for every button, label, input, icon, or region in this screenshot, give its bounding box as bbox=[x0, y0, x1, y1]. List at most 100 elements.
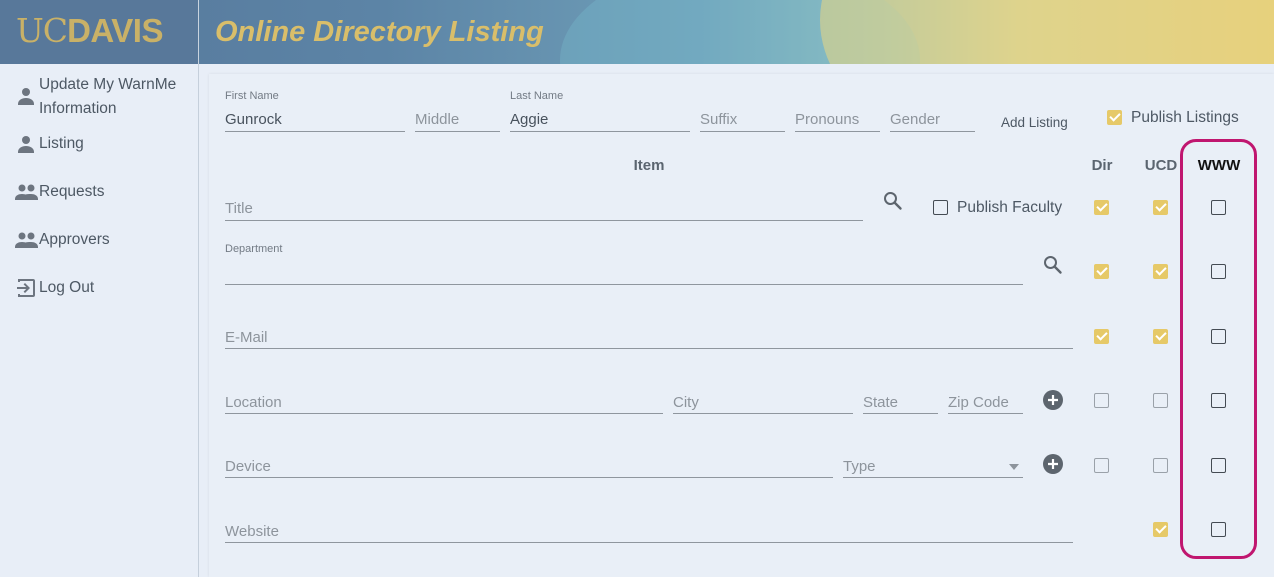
publish-listings-label: Publish Listings bbox=[1131, 109, 1239, 126]
pronouns-placeholder: Pronouns bbox=[795, 111, 860, 128]
add-listing-button[interactable]: Add Listing bbox=[1001, 115, 1068, 130]
column-header-ucd: UCD bbox=[1144, 157, 1178, 174]
sidebar-item-label: Listing bbox=[39, 135, 84, 152]
sidebar-item-listing[interactable]: Listing bbox=[14, 132, 84, 156]
city-field[interactable]: City bbox=[673, 383, 853, 414]
device-dir-checkbox[interactable] bbox=[1094, 458, 1109, 473]
field-underline bbox=[673, 413, 853, 414]
add-device-button[interactable] bbox=[1042, 453, 1064, 480]
people-icon bbox=[15, 184, 38, 200]
sidebar: Update My WarnMe Information Listing Req… bbox=[0, 64, 199, 577]
last-name-value: Aggie bbox=[510, 111, 549, 128]
title-www-checkbox[interactable] bbox=[1211, 200, 1226, 215]
department-www-checkbox[interactable] bbox=[1211, 264, 1226, 279]
location-field[interactable]: Location bbox=[225, 383, 663, 414]
title-dir-checkbox[interactable] bbox=[1094, 200, 1109, 215]
search-icon bbox=[1044, 256, 1062, 274]
person-icon bbox=[18, 136, 34, 153]
ucdavis-logo[interactable]: UCDAVIS bbox=[16, 11, 163, 51]
zip-code-placeholder: Zip Code bbox=[948, 394, 1009, 411]
sidebar-item-label: Information bbox=[39, 100, 117, 117]
suffix-placeholder: Suffix bbox=[700, 111, 738, 128]
plus-circle-icon bbox=[1043, 454, 1063, 474]
first-name-label: First Name bbox=[225, 90, 279, 102]
last-name-field[interactable]: Last Name Aggie bbox=[510, 90, 690, 132]
gender-placeholder: Gender bbox=[890, 111, 941, 128]
device-www-checkbox[interactable] bbox=[1211, 458, 1226, 473]
sidebar-item-logout[interactable]: Log Out bbox=[14, 276, 94, 300]
field-underline bbox=[948, 413, 1023, 414]
title-ucd-checkbox[interactable] bbox=[1153, 200, 1168, 215]
field-underline bbox=[510, 131, 690, 132]
title-search-button[interactable] bbox=[881, 189, 905, 218]
publish-faculty-label: Publish Faculty bbox=[957, 199, 1063, 216]
field-underline bbox=[700, 131, 785, 132]
device-field[interactable]: Device bbox=[225, 447, 833, 478]
column-header-dir: Dir bbox=[1091, 157, 1113, 174]
sidebar-item-requests[interactable]: Requests bbox=[14, 180, 104, 204]
email-www-checkbox[interactable] bbox=[1211, 329, 1226, 344]
app-header: UCDAVIS Online Directory Listing bbox=[0, 0, 1274, 64]
plus-circle-icon bbox=[1043, 390, 1063, 410]
last-name-label: Last Name bbox=[510, 90, 564, 102]
field-underline bbox=[225, 284, 1023, 285]
device-type-select[interactable]: Type bbox=[843, 447, 1023, 478]
email-field[interactable]: E-Mail bbox=[225, 318, 1073, 349]
email-ucd-checkbox[interactable] bbox=[1153, 329, 1168, 344]
middle-name-field[interactable]: Middle bbox=[415, 90, 500, 132]
location-www-checkbox[interactable] bbox=[1211, 393, 1226, 408]
sidebar-item-approvers[interactable]: Approvers bbox=[14, 228, 110, 252]
department-search-button[interactable] bbox=[1041, 253, 1065, 282]
department-dir-checkbox[interactable] bbox=[1094, 264, 1109, 279]
field-underline bbox=[795, 131, 880, 132]
sidebar-item-label: Approvers bbox=[39, 231, 110, 248]
first-name-field[interactable]: First Name Gunrock bbox=[225, 90, 405, 132]
website-ucd-checkbox[interactable] bbox=[1153, 522, 1168, 537]
email-dir-checkbox[interactable] bbox=[1094, 329, 1109, 344]
sidebar-item-update-warnme[interactable]: Update My WarnMe Information bbox=[14, 73, 176, 121]
field-underline bbox=[863, 413, 938, 414]
field-underline bbox=[890, 131, 975, 132]
publish-listings-checkbox[interactable] bbox=[1107, 110, 1122, 125]
location-ucd-checkbox[interactable] bbox=[1153, 393, 1168, 408]
department-ucd-checkbox[interactable] bbox=[1153, 264, 1168, 279]
state-field[interactable]: State bbox=[863, 383, 938, 414]
logo-area: UCDAVIS bbox=[0, 0, 199, 64]
field-underline bbox=[225, 220, 863, 221]
field-underline bbox=[415, 131, 500, 132]
pronouns-field[interactable]: Pronouns bbox=[795, 90, 880, 132]
location-dir-checkbox[interactable] bbox=[1094, 393, 1109, 408]
logout-icon bbox=[17, 279, 35, 297]
sidebar-item-label: Log Out bbox=[39, 279, 95, 296]
gender-field[interactable]: Gender bbox=[890, 90, 975, 132]
device-ucd-checkbox[interactable] bbox=[1153, 458, 1168, 473]
logo-davis-text: DAVIS bbox=[67, 12, 163, 49]
city-placeholder: City bbox=[673, 394, 699, 411]
website-placeholder: Website bbox=[225, 523, 279, 540]
logo-uc-text: UC bbox=[16, 11, 68, 50]
zip-code-field[interactable]: Zip Code bbox=[948, 383, 1023, 414]
column-header-www: WWW bbox=[1197, 157, 1241, 174]
type-placeholder: Type bbox=[843, 458, 876, 475]
sidebar-item-label: Requests bbox=[39, 183, 105, 200]
title-field[interactable]: Title bbox=[225, 190, 863, 221]
device-placeholder: Device bbox=[225, 458, 271, 475]
suffix-field[interactable]: Suffix bbox=[700, 90, 785, 132]
location-placeholder: Location bbox=[225, 394, 282, 411]
publish-faculty-checkbox[interactable] bbox=[933, 200, 948, 215]
field-underline bbox=[225, 131, 405, 132]
people-icon bbox=[15, 232, 38, 248]
sidebar-item-label: Update My WarnMe bbox=[39, 76, 177, 93]
field-underline bbox=[225, 413, 663, 414]
add-location-button[interactable] bbox=[1042, 389, 1064, 416]
department-field[interactable]: Department bbox=[225, 243, 1023, 285]
first-name-value: Gunrock bbox=[225, 111, 282, 128]
website-www-checkbox[interactable] bbox=[1211, 522, 1226, 537]
email-placeholder: E-Mail bbox=[225, 329, 268, 346]
website-field[interactable]: Website bbox=[225, 512, 1073, 543]
field-underline bbox=[225, 348, 1073, 349]
header-decoration bbox=[820, 0, 1274, 64]
page-title: Online Directory Listing bbox=[215, 16, 544, 48]
dropdown-arrow-icon bbox=[1009, 464, 1019, 470]
column-header-item: Item bbox=[633, 157, 665, 174]
